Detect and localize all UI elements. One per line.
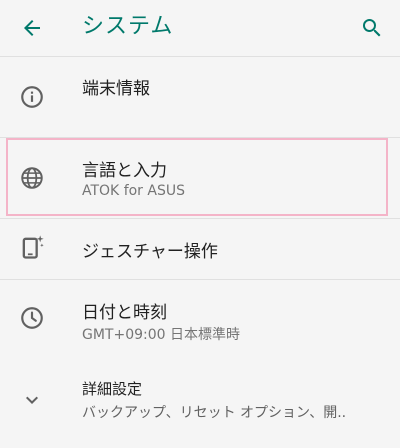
list-item-advanced[interactable]: 詳細設定 バックアップ、リセット オプション、開..: [0, 366, 400, 448]
chevron-down-icon: [18, 386, 46, 414]
item-label: 日付と時刻: [82, 303, 167, 323]
list-item-date-time[interactable]: 日付と時刻 GMT+09:00 日本標準時: [0, 280, 400, 360]
clock-icon: [18, 304, 46, 332]
item-summary: ATOK for ASUS: [82, 183, 185, 199]
item-label: 言語と入力: [82, 161, 167, 181]
app-bar: システム: [0, 0, 400, 57]
item-label: ジェスチャー操作: [82, 242, 218, 262]
search-button[interactable]: [354, 10, 390, 46]
info-icon: [18, 83, 46, 111]
list-item-about-device[interactable]: 端末情報: [0, 57, 400, 137]
item-label: 詳細設定: [82, 380, 143, 398]
arrow-left-icon: [24, 20, 40, 36]
item-summary: バックアップ、リセット オプション、開..: [82, 405, 347, 421]
phone-gesture-icon: [18, 233, 46, 261]
item-summary: GMT+09:00 日本標準時: [82, 327, 241, 343]
list-item-gestures[interactable]: ジェスチャー操作: [0, 219, 400, 279]
list-item-language-input[interactable]: 言語と入力 ATOK for ASUS: [0, 138, 400, 218]
globe-icon: [18, 164, 46, 192]
search-icon: [363, 19, 381, 37]
back-button[interactable]: [14, 10, 50, 46]
page-title: システム: [82, 14, 174, 39]
item-label: 端末情報: [82, 79, 150, 99]
